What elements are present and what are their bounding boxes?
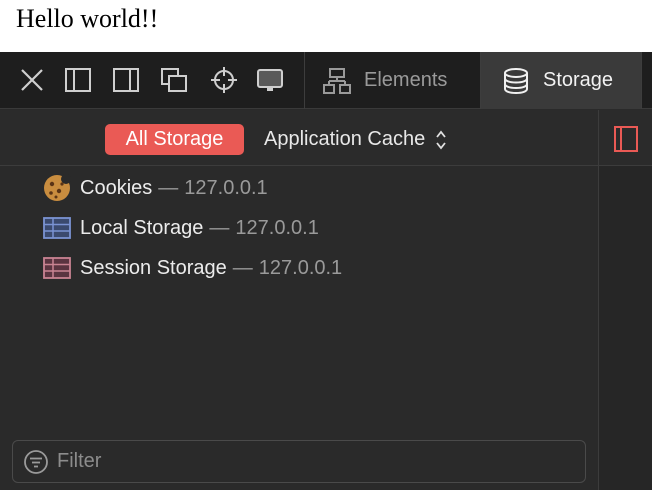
application-cache-label: Application Cache: [264, 128, 426, 150]
filter-input[interactable]: [57, 450, 557, 473]
element-picker-icon[interactable]: [210, 66, 238, 94]
tree-item-name: Cookies: [80, 176, 153, 199]
tab-storage[interactable]: Storage: [481, 52, 641, 109]
local-storage-icon: [42, 213, 72, 243]
tab-elements-label: Elements: [364, 69, 448, 91]
tree-item-dash: —: [158, 176, 179, 199]
tree-item-local-storage[interactable]: Local Storage — 127.0.0.1: [42, 212, 319, 244]
tree-item-name: Local Storage: [80, 216, 204, 239]
device-settings-icon[interactable]: [256, 66, 284, 94]
storage-icon: [501, 66, 531, 96]
tree-item-session-storage[interactable]: Session Storage — 127.0.0.1: [42, 252, 342, 284]
tree-item-dash: —: [209, 216, 230, 239]
tab-separator: [641, 52, 642, 109]
inspector-tab-bar: Elements Storage: [0, 52, 652, 109]
tree-item-host: 127.0.0.1: [184, 176, 268, 199]
dock-left-icon[interactable]: [64, 66, 92, 94]
details-sidebar-header: [599, 110, 652, 166]
sidebar-toggle-icon[interactable]: [613, 125, 639, 153]
filter-icon: [23, 449, 49, 475]
tree-item-name: Session Storage: [80, 256, 227, 279]
tab-elements[interactable]: Elements: [322, 52, 447, 109]
elements-icon: [322, 66, 352, 96]
cookie-icon: [42, 173, 72, 203]
details-sidebar: [598, 110, 652, 490]
application-cache-select[interactable]: Application Cache: [264, 124, 447, 155]
tree-item-cookies[interactable]: Cookies — 127.0.0.1: [42, 172, 268, 204]
tree-item-host: 127.0.0.1: [235, 216, 319, 239]
tree-item-dash: —: [232, 256, 253, 279]
dock-right-icon[interactable]: [112, 66, 140, 94]
tree-item-host: 127.0.0.1: [258, 256, 343, 279]
filter-bar: [12, 440, 586, 483]
scope-bar: All Storage Application Cache: [0, 110, 598, 166]
session-storage-icon: [42, 253, 72, 283]
all-storage-button[interactable]: All Storage: [105, 124, 244, 155]
page-heading: Hello world!!: [16, 4, 159, 33]
updown-chevron-icon: [435, 129, 447, 151]
web-inspector: Elements Storage All Storage Application…: [0, 52, 652, 490]
tab-separator: [304, 52, 305, 109]
detach-window-icon[interactable]: [160, 66, 188, 94]
tab-storage-label: Storage: [543, 69, 614, 91]
close-icon[interactable]: [18, 66, 46, 94]
